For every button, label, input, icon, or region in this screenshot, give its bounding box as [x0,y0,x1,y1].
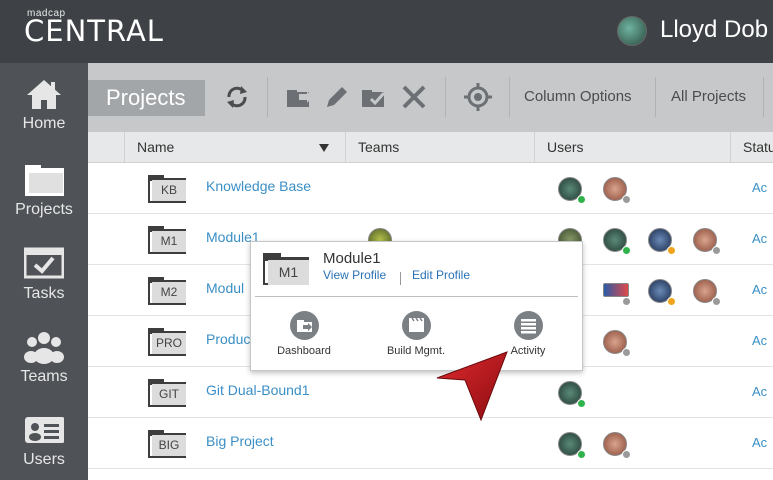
offline-status-dot [712,297,721,306]
project-badge: KB [152,180,186,201]
away-status-dot [667,297,676,306]
table-header: Name Teams Users Statu [88,132,773,163]
home-icon [27,80,61,109]
project-badge: PRO [152,333,186,354]
online-status-dot [577,450,586,459]
status-text: Ac [752,384,768,399]
toolbar-divider [763,77,764,117]
online-status-dot [577,399,586,408]
project-folder-icon: M1 [263,253,309,285]
sidebar-item-projects[interactable]: Projects [0,149,88,232]
toolbar-divider [655,77,656,117]
sidebar-item-label: Projects [15,201,73,218]
offline-status-dot [622,450,631,459]
away-status-dot [667,246,676,255]
projects-folder-icon [25,165,64,196]
status-text: Ac [752,333,768,348]
column-header-users[interactable]: Users [534,132,730,163]
callout-arrow-icon [436,351,508,422]
table-row[interactable]: GIT Git Dual-Bound1 Ac [88,367,773,418]
app-window: madcap CENTRAL Lloyd Dob Home Projects T… [0,0,773,480]
sidebar-item-label: Users [23,451,65,468]
project-badge: M2 [152,282,186,303]
project-name-link[interactable]: Knowledge Base [206,178,311,194]
offline-status-dot [622,195,631,204]
dashboard-icon [289,311,319,340]
project-folder-icon: KB [148,175,186,203]
project-name-link[interactable]: Produc [206,331,250,347]
build-clapper-icon [401,311,431,340]
project-popup-card: M1 Module1 View Profile Edit Profile Das… [250,241,583,371]
avatar[interactable] [603,283,629,297]
checkout-folder-icon[interactable] [360,83,388,111]
column-header-teams[interactable]: Teams [345,132,534,163]
project-badge: M1 [152,231,186,252]
offline-status-dot [712,246,721,255]
sidebar-item-label: Teams [20,368,68,385]
project-folder-icon: BIG [148,430,186,458]
sidebar-item-label: Tasks [23,285,65,302]
status-text: Ac [752,180,768,195]
view-profile-link[interactable]: View Profile [323,268,386,282]
user-avatar[interactable] [617,16,647,46]
action-label: Dashboard [277,345,331,357]
project-name-link[interactable]: Big Project [206,433,274,449]
sidebar-item-teams[interactable]: Teams [0,316,88,399]
edit-profile-link[interactable]: Edit Profile [412,268,470,282]
toolbar-divider [445,77,446,117]
all-projects-filter[interactable]: All Projects [671,88,746,105]
popup-title: Module1 [323,250,381,267]
status-text: Ac [752,435,768,450]
toolbar: Projects Column Options All Projects [88,63,773,132]
column-header-label: Name [137,139,175,155]
project-badge: GIT [152,384,186,405]
column-header-status[interactable]: Statu [730,132,773,163]
offline-status-dot [622,297,631,306]
link-divider [400,272,401,285]
refresh-icon[interactable] [223,83,251,111]
toolbar-divider [509,77,510,117]
column-options-button[interactable]: Column Options [524,88,632,105]
user-name[interactable]: Lloyd Dob [660,16,768,44]
sidebar: Home Projects Tasks Teams Users [0,63,88,480]
project-name-link[interactable]: Modul [206,280,244,296]
edit-pencil-icon[interactable] [323,83,351,111]
filter-icon[interactable] [319,144,329,152]
locate-target-icon[interactable] [464,83,492,111]
toolbar-divider [267,77,268,117]
dashboard-action[interactable]: Dashboard [259,311,349,357]
project-badge: BIG [152,435,186,456]
brand-logo[interactable]: CENTRAL [24,14,164,48]
activity-list-icon [513,311,543,340]
teams-icon [24,332,64,364]
online-status-dot [577,195,586,204]
table-row[interactable]: KB Knowledge Base Ac [88,163,773,214]
project-folder-icon: PRO [148,328,186,356]
offline-status-dot [622,348,631,357]
project-folder-icon: M1 [148,226,186,254]
sidebar-item-home[interactable]: Home [0,63,88,146]
table-row[interactable]: BIG Big Project Ac [88,418,773,469]
sidebar-item-users[interactable]: Users [0,399,88,480]
project-name-link[interactable]: Git Dual-Bound1 [206,382,310,398]
tasks-icon [24,247,64,279]
projects-section-button[interactable]: Projects [88,80,205,116]
column-header-name[interactable]: Name [124,132,345,163]
top-bar: madcap CENTRAL Lloyd Dob [0,0,773,63]
project-folder-icon: M2 [148,277,186,305]
delete-x-icon[interactable] [400,83,428,111]
sidebar-item-tasks[interactable]: Tasks [0,233,88,316]
sidebar-item-label: Home [22,115,66,132]
status-text: Ac [752,282,768,297]
popup-divider [255,296,578,297]
users-icon [25,417,64,443]
status-text: Ac [752,231,768,246]
project-badge: M1 [268,260,309,285]
online-status-dot [622,246,631,255]
open-folder-icon[interactable] [285,83,313,111]
project-folder-icon: GIT [148,379,186,407]
